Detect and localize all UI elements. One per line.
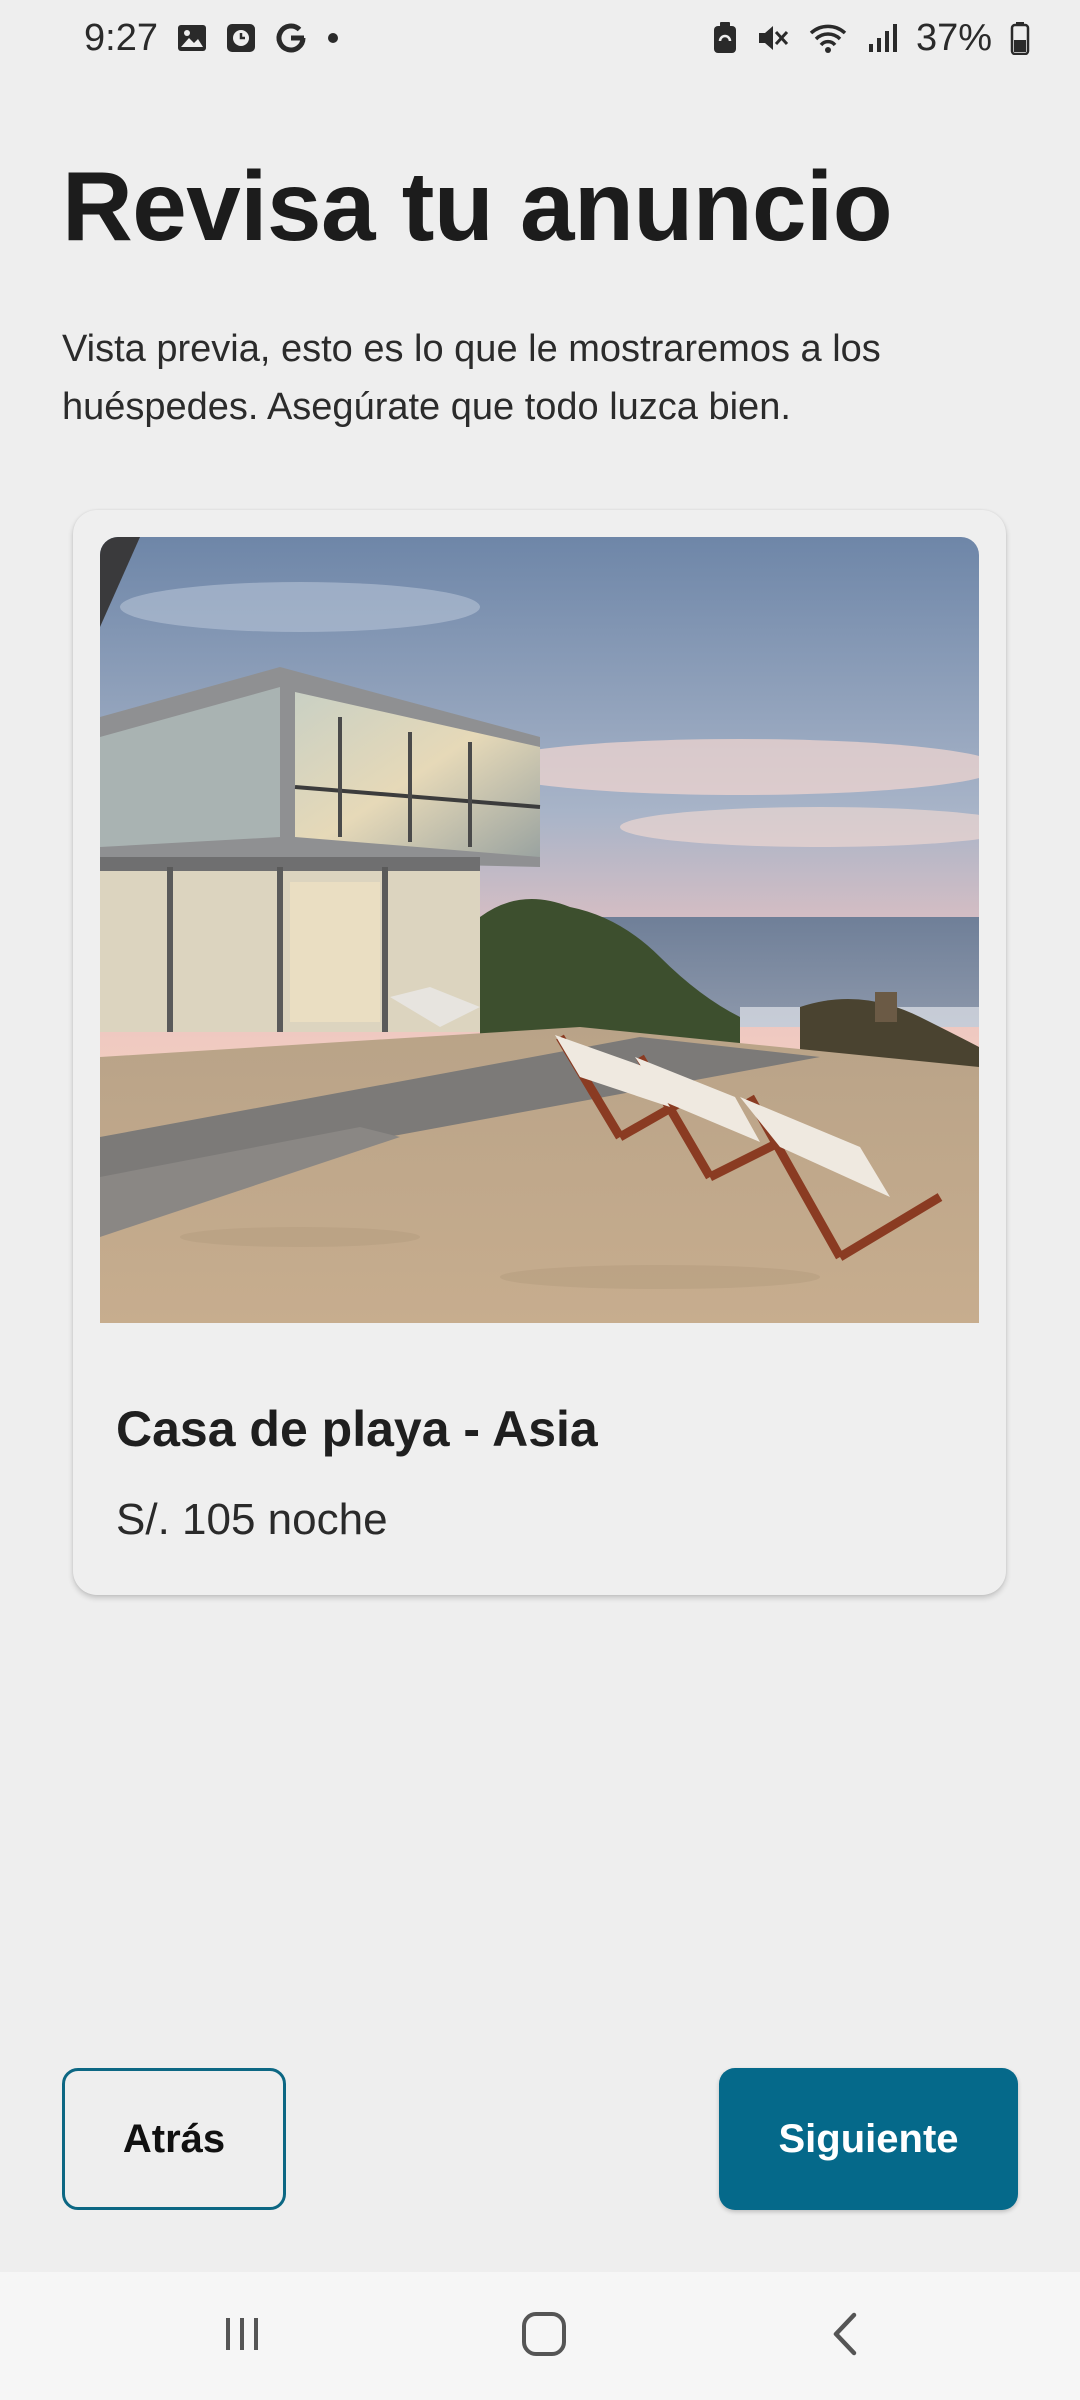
signal-icon: [866, 22, 898, 54]
status-time: 9:27: [84, 16, 158, 59]
google-icon: [274, 21, 308, 55]
system-nav-bar: [0, 2272, 1080, 2400]
status-bar: 9:27 37%: [0, 0, 1080, 76]
recent-apps-icon: [220, 2312, 264, 2361]
wifi-icon: [808, 22, 848, 54]
dot-icon: [326, 31, 340, 45]
mute-icon: [756, 22, 790, 54]
clock-app-icon: [226, 23, 256, 53]
page-title: Revisa tu anuncio: [62, 151, 893, 261]
listing-photo: [100, 537, 979, 1323]
battery-icon: [1010, 21, 1030, 55]
battery-saver-icon: [712, 21, 738, 55]
listing-price: S/. 105 noche: [116, 1495, 388, 1544]
next-button[interactable]: Siguiente: [719, 2068, 1018, 2210]
recent-apps-button[interactable]: [142, 2272, 342, 2400]
status-left: 9:27: [84, 17, 340, 60]
image-icon: [176, 22, 208, 54]
listing-preview-card[interactable]: Casa de playa - Asia S/. 105 noche: [73, 510, 1006, 1595]
home-button[interactable]: [444, 2272, 644, 2400]
status-right: 37%: [712, 17, 1030, 60]
back-icon: [826, 2309, 866, 2364]
nav-back-button[interactable]: [746, 2272, 946, 2400]
battery-percent: 37%: [915, 16, 992, 59]
listing-title: Casa de playa - Asia: [116, 1401, 598, 1457]
back-button[interactable]: Atrás: [62, 2068, 286, 2210]
page-subtitle: Vista previa, esto es lo que le mostrare…: [62, 328, 881, 428]
home-icon: [519, 2309, 569, 2364]
